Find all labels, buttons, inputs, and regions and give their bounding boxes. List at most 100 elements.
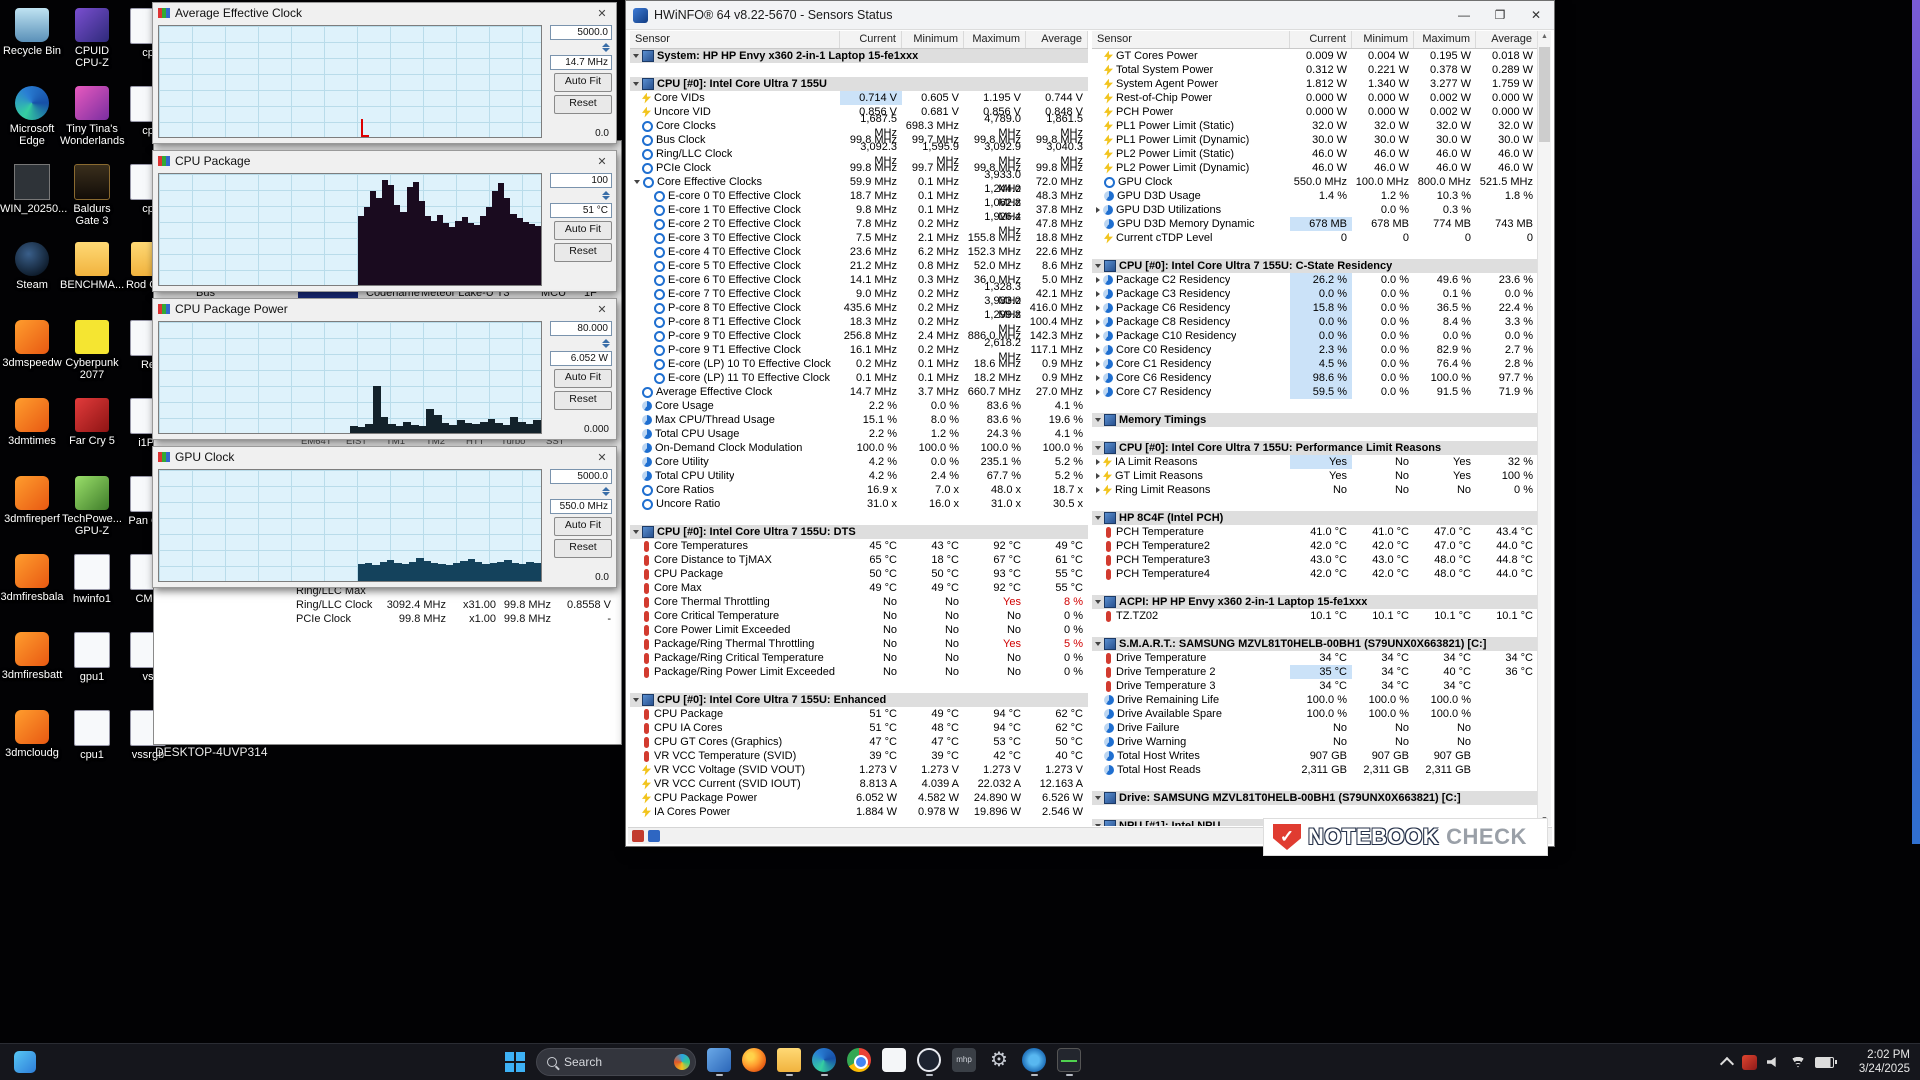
sensor-row[interactable]: Core Thermal ThrottlingNoNoYes8 % (630, 595, 1088, 609)
sensor-row[interactable]: Current cTDP Level0000 (1092, 231, 1538, 245)
volume-icon[interactable] (1767, 1056, 1781, 1068)
auto-fit-button[interactable]: Auto Fit (554, 369, 612, 388)
sensor-row[interactable]: Drive Temperature 235 °C34 °C40 °C36 °C (1092, 665, 1538, 679)
sensor-row[interactable]: CPU IA Cores51 °C48 °C94 °C62 °C (630, 721, 1088, 735)
spin-up-icon[interactable] (602, 339, 610, 343)
sensor-row[interactable]: Total CPU Usage2.2 %1.2 %24.3 %4.1 % (630, 427, 1088, 441)
sensor-row[interactable]: VR VCC Current (SVID IOUT)8.813 A4.039 A… (630, 777, 1088, 791)
network-icon[interactable] (1791, 1057, 1805, 1068)
sensor-row[interactable]: Core Utility4.2 %0.0 %235.1 %5.2 % (630, 455, 1088, 469)
sensor-row[interactable]: GPU D3D Memory Dynamic678 MB678 MB774 MB… (1092, 217, 1538, 231)
sensor-row[interactable]: Ring/LLC Clock3,092.3 MHz1,595.9 MHz3,09… (630, 147, 1088, 161)
sensor-row[interactable]: Core Ratios16.9 x7.0 x48.0 x18.7 x (630, 483, 1088, 497)
hwinfo-icon[interactable] (1742, 1055, 1757, 1070)
column-header-minimum[interactable]: Minimum (1352, 31, 1414, 48)
sensor-row[interactable]: Package C2 Residency26.2 %0.0 %49.6 %23.… (1092, 273, 1538, 287)
tray-expand-icon[interactable] (1720, 1056, 1734, 1070)
sensor-row[interactable]: Core Power Limit ExceededNoNoNo0 % (630, 623, 1088, 637)
sensor-row[interactable]: Core Clocks1,687.5 MHz698.3 MHz4,789.0 M… (630, 119, 1088, 133)
taskbar-app-photos[interactable] (882, 1048, 906, 1077)
sensor-row[interactable]: System Agent Power1.812 W1.340 W3.277 W1… (1092, 77, 1538, 91)
sensor-row[interactable]: Package/Ring Power Limit ExceededNoNoNo0… (630, 665, 1088, 679)
chevron-right-icon[interactable] (1096, 319, 1100, 325)
sensor-section-header[interactable]: ACPI: HP HP Envy x360 2-in-1 Laptop 15-f… (1092, 595, 1538, 609)
desktop-icon-far-cry-5[interactable]: Far Cry 5 (60, 398, 124, 447)
scrollbar[interactable]: ▲ ▼ (1537, 31, 1551, 826)
desktop-icon-gpu1[interactable]: gpu1 (60, 632, 124, 683)
chevron-down-icon[interactable] (1095, 446, 1101, 450)
sensor-row[interactable]: Rest-of-Chip Power0.000 W0.000 W0.002 W0… (1092, 91, 1538, 105)
sensor-row[interactable]: Package C3 Residency0.0 %0.0 %0.1 %0.0 % (1092, 287, 1538, 301)
sensor-row[interactable]: Package C6 Residency15.8 %0.0 %36.5 %22.… (1092, 301, 1538, 315)
column-header-minimum[interactable]: Minimum (902, 31, 964, 48)
auto-fit-button[interactable]: Auto Fit (554, 517, 612, 536)
graph-current-value[interactable]: 14.7 MHz (550, 55, 612, 70)
sensor-row[interactable]: E-core 2 T0 Effective Clock7.8 MHz0.2 MH… (630, 217, 1088, 231)
chevron-right-icon[interactable] (1096, 347, 1100, 353)
sensor-section-header[interactable]: System: HP HP Envy x360 2-in-1 Laptop 15… (630, 49, 1088, 63)
sensor-row[interactable]: P-core 9 T1 Effective Clock16.1 MHz0.2 M… (630, 343, 1088, 357)
sensor-row[interactable]: Core Distance to TjMAX65 °C18 °C67 °C61 … (630, 553, 1088, 567)
chevron-right-icon[interactable] (1096, 389, 1100, 395)
taskbar-app-explorer[interactable] (777, 1048, 801, 1077)
close-icon[interactable]: ✕ (593, 303, 611, 316)
sensor-row[interactable]: Total Host Reads2,311 GB2,311 GB2,311 GB (1092, 763, 1538, 777)
chevron-down-icon[interactable] (634, 180, 640, 184)
sensor-row[interactable]: Ring Limit ReasonsNoNoNo0 % (1092, 483, 1538, 497)
chevron-right-icon[interactable] (1096, 473, 1100, 479)
sensor-row[interactable]: Core VIDs0.714 V0.605 V1.195 V0.744 V (630, 91, 1088, 105)
chevron-down-icon[interactable] (1095, 824, 1101, 826)
sensor-section-header[interactable]: CPU [#0]: Intel Core Ultra 7 155U: Enhan… (630, 693, 1088, 707)
sensor-row[interactable]: Drive Temperature 334 °C34 °C34 °C (1092, 679, 1538, 693)
sensor-row[interactable]: Drive FailureNoNoNo (1092, 721, 1538, 735)
sensor-row[interactable]: Total Host Writes907 GB907 GB907 GB (1092, 749, 1538, 763)
start-button[interactable] (505, 1052, 525, 1072)
close-icon[interactable]: ✕ (593, 7, 611, 20)
scroll-thumb[interactable] (1539, 47, 1550, 142)
auto-fit-button[interactable]: Auto Fit (554, 73, 612, 92)
column-header-current[interactable]: Current (840, 31, 902, 48)
sensor-row[interactable]: PL1 Power Limit (Static)32.0 W32.0 W32.0… (1092, 119, 1538, 133)
desktop-icon-microsoft-edge[interactable]: Microsoft Edge (0, 86, 64, 147)
desktop-icon-cpuid-cpu-z[interactable]: CPUID CPU-Z (60, 8, 124, 69)
sensor-row[interactable]: PCH Temperature343.0 °C43.0 °C48.0 °C44.… (1092, 553, 1538, 567)
spin-down-icon[interactable] (602, 344, 610, 348)
widgets-icon[interactable] (14, 1051, 36, 1073)
maximize-button[interactable]: ❐ (1482, 1, 1518, 29)
graph-titlebar[interactable]: CPU Package Power✕ (153, 299, 616, 319)
chevron-right-icon[interactable] (1096, 291, 1100, 297)
column-header-sensor[interactable]: Sensor (1092, 31, 1290, 48)
desktop-icon-steam[interactable]: Steam (0, 242, 64, 291)
desktop-icon-hwinfo1[interactable]: hwinfo1 (60, 554, 124, 605)
sensor-row[interactable]: Core Usage2.2 %0.0 %83.6 %4.1 % (630, 399, 1088, 413)
spin-down-icon[interactable] (602, 196, 610, 200)
sensor-row[interactable]: Core Max49 °C49 °C92 °C55 °C (630, 581, 1088, 595)
spin-up-icon[interactable] (602, 191, 610, 195)
sensor-row[interactable]: Drive Remaining Life100.0 %100.0 %100.0 … (1092, 693, 1538, 707)
spin-up-icon[interactable] (602, 43, 610, 47)
chevron-down-icon[interactable] (1095, 418, 1101, 422)
reset-button[interactable]: Reset (554, 391, 612, 410)
sensor-section-header[interactable]: CPU [#0]: Intel Core Ultra 7 155U: Perfo… (1092, 441, 1538, 455)
sensor-section-header[interactable]: Memory Timings (1092, 413, 1538, 427)
sensor-row[interactable]: PCH Power0.000 W0.000 W0.002 W0.000 W (1092, 105, 1538, 119)
sensor-row[interactable]: On-Demand Clock Modulation100.0 %100.0 %… (630, 441, 1088, 455)
taskbar-app-obs[interactable] (917, 1048, 941, 1077)
taskbar-app-window[interactable] (707, 1048, 731, 1077)
column-header-average[interactable]: Average (1476, 31, 1538, 48)
spinner-icon[interactable] (602, 339, 610, 348)
sensor-row[interactable]: GT Limit ReasonsYesNoYes100 % (1092, 469, 1538, 483)
sensor-row[interactable]: VR VCC Voltage (SVID VOUT)1.273 V1.273 V… (630, 763, 1088, 777)
spin-up-icon[interactable] (602, 487, 610, 491)
spinner-icon[interactable] (602, 487, 610, 496)
chevron-right-icon[interactable] (1096, 375, 1100, 381)
sensor-row[interactable]: E-core (LP) 10 T0 Effective Clock0.2 MHz… (630, 357, 1088, 371)
sensor-row[interactable]: Core C6 Residency98.6 %0.0 %100.0 %97.7 … (1092, 371, 1538, 385)
sensor-row[interactable]: CPU Package Power6.052 W4.582 W24.890 W6… (630, 791, 1088, 805)
chevron-down-icon[interactable] (633, 530, 639, 534)
graph-max-value[interactable]: 80.000 (550, 321, 612, 336)
chevron-down-icon[interactable] (633, 698, 639, 702)
chevron-down-icon[interactable] (633, 54, 639, 58)
chevron-down-icon[interactable] (1095, 264, 1101, 268)
spinner-icon[interactable] (602, 43, 610, 52)
